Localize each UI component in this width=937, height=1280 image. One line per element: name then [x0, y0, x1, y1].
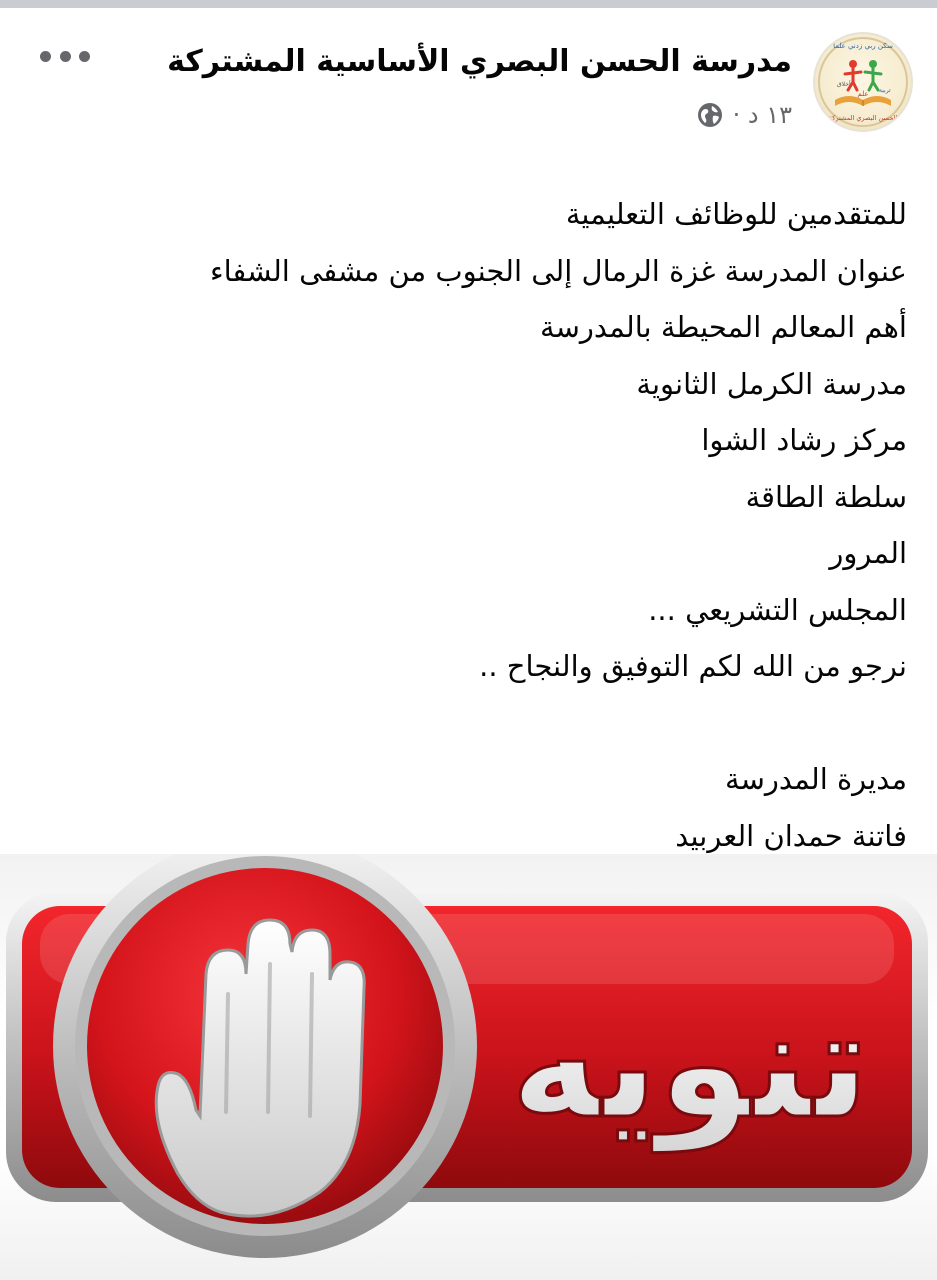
post-text: للمتقدمين للوظائف التعليمية عنوان المدرس…: [27, 186, 907, 864]
more-dot: [59, 50, 71, 62]
logo-left-word: أخلاق: [837, 80, 851, 88]
logo-ring-top: سكن ربي زدني علما: [833, 42, 893, 50]
top-divider: [0, 0, 937, 8]
logo-right-word: تربية: [879, 87, 891, 94]
school-logo-icon: سكن ربي زدني علما أخلاق علم تربية الحسن …: [818, 37, 908, 127]
globe-icon[interactable]: [697, 102, 723, 128]
post-line: للمتقدمين للوظائف التعليمية: [565, 197, 907, 231]
post-line: المرور: [829, 536, 907, 570]
post-line: أهم المعالم المحيطة بالمدرسة: [540, 310, 907, 344]
post-line: المجلس التشريعي ...: [648, 592, 907, 627]
signature-title: مديرة المدرسة: [725, 762, 907, 796]
more-dot: [79, 50, 90, 62]
post-line: عنوان المدرسة غزة الرمال إلى الجنوب من م…: [209, 253, 907, 288]
post-line: سلطة الطاقة: [745, 479, 907, 514]
post-meta: ١٣ د ·: [697, 100, 792, 130]
post-line: نرجو من الله لكم التوفيق والنجاح ..: [479, 649, 907, 683]
logo-ring-bottom: الحسن البصري المشتركة: [829, 114, 898, 122]
page-avatar[interactable]: سكن ربي زدني علما أخلاق علم تربية الحسن …: [813, 32, 913, 132]
logo-center-word: علم: [857, 90, 868, 98]
notice-banner: تنويه: [6, 854, 928, 1258]
post-image[interactable]: تنويه: [0, 854, 937, 1280]
post-line: مدرسة الكرمل الثانوية: [636, 366, 907, 401]
page-name-link[interactable]: مدرسة الحسن البصري الأساسية المشتركة: [92, 42, 792, 82]
post-line: مركز رشاد الشوا: [701, 423, 907, 457]
more-options-icon[interactable]: [40, 46, 90, 66]
facebook-post: سكن ربي زدني علما أخلاق علم تربية الحسن …: [0, 8, 937, 1280]
notice-title: تنويه: [511, 978, 870, 1153]
post-timestamp[interactable]: ١٣ د ·: [733, 100, 792, 130]
more-dot: [40, 50, 51, 62]
